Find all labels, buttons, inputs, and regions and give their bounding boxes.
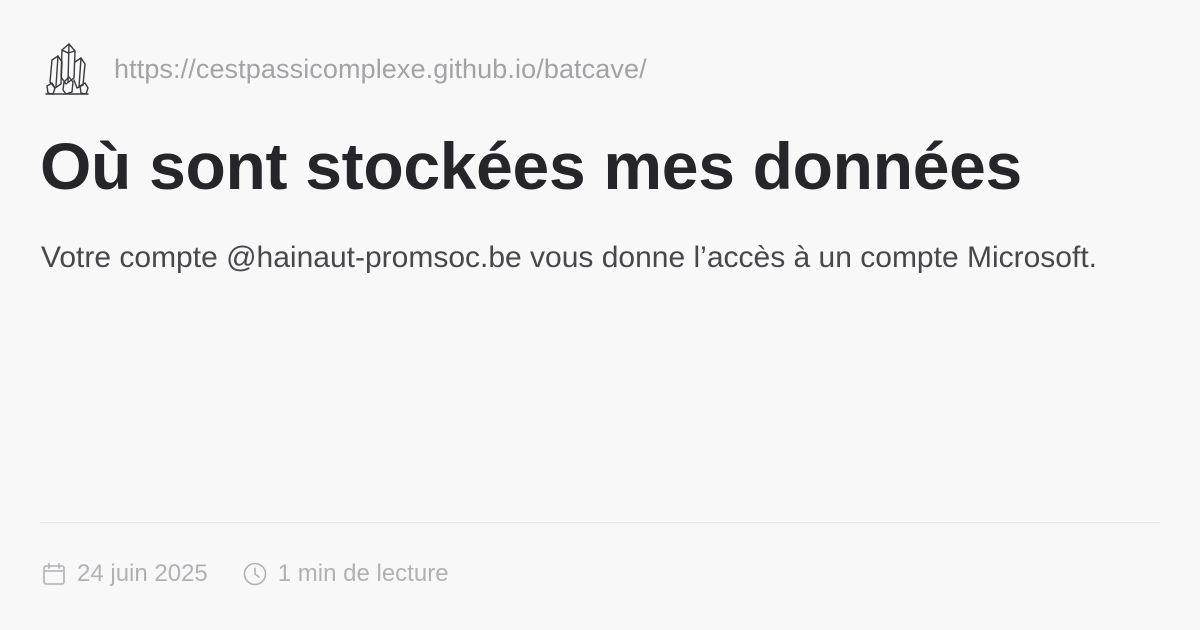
site-header: https://cestpassicomplexe.github.io/batc…	[44, 42, 647, 96]
crystal-cluster-icon	[45, 43, 89, 95]
reading-time: 1 min de lecture	[242, 560, 449, 588]
preview-card: https://cestpassicomplexe.github.io/batc…	[0, 0, 1200, 630]
site-url[interactable]: https://cestpassicomplexe.github.io/batc…	[114, 54, 647, 85]
calendar-icon	[43, 562, 65, 585]
article-description: Votre compte @hainaut-promsoc.be vous do…	[41, 241, 1097, 274]
article-meta: 24 juin 2025 1 min de lecture	[41, 556, 449, 592]
clock-icon	[243, 562, 267, 586]
publish-date-text: 24 juin 2025	[77, 560, 208, 587]
publish-date: 24 juin 2025	[41, 560, 208, 588]
page-title: Où sont stockées mes données	[40, 129, 1022, 203]
reading-time-text: 1 min de lecture	[277, 560, 449, 587]
divider	[40, 522, 1160, 523]
